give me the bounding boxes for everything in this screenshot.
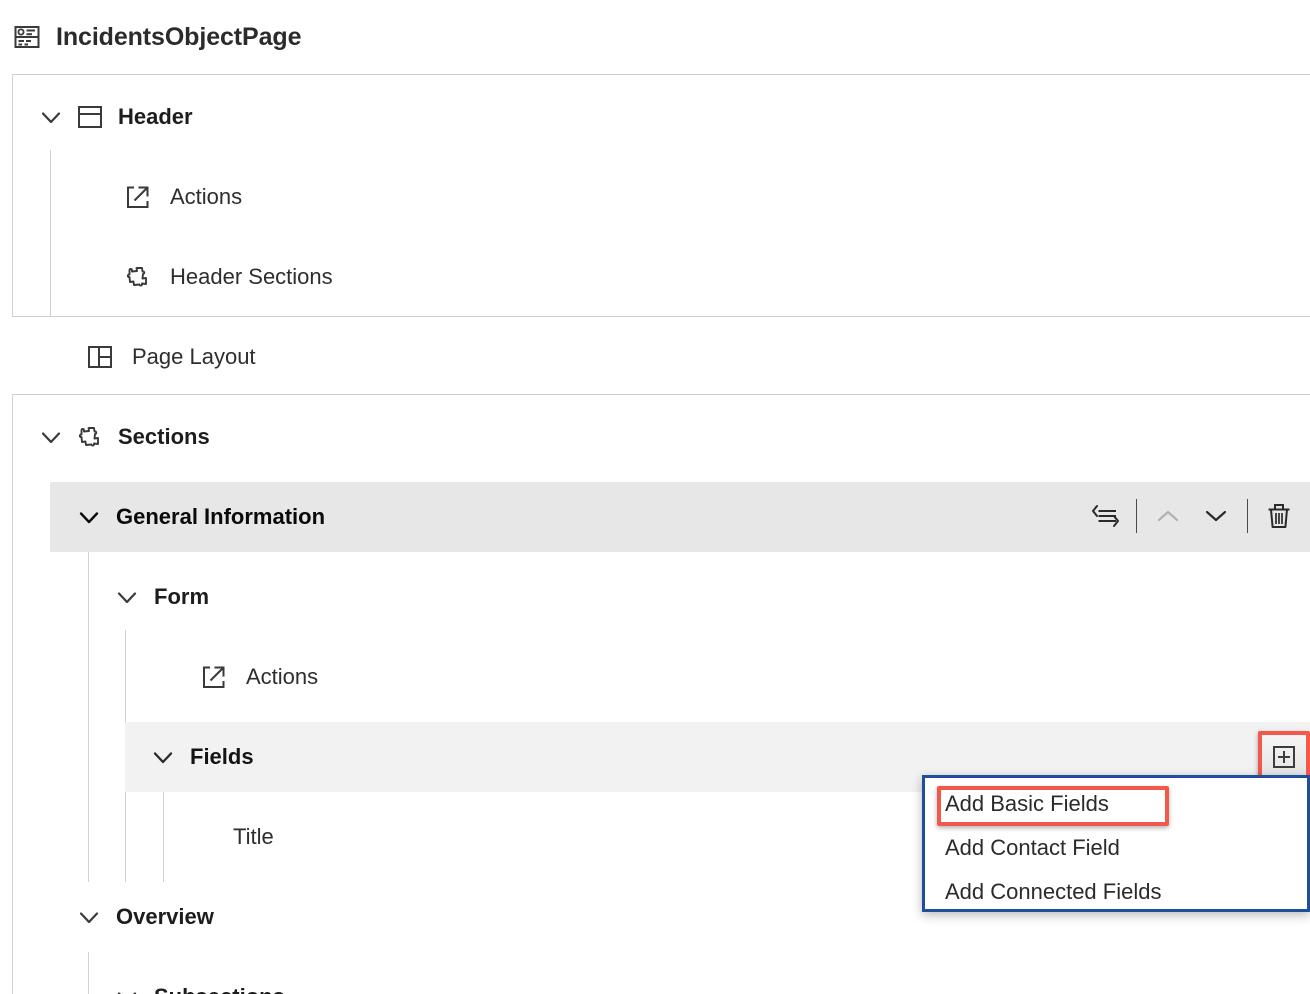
tree-item-form-actions[interactable]: Actions xyxy=(0,642,1310,712)
add-field-menu: Add Basic Fields Add Contact Field Add C… xyxy=(922,775,1310,912)
external-link-icon xyxy=(200,663,228,691)
chevron-down-icon[interactable] xyxy=(1195,495,1237,537)
puzzle-piece-icon xyxy=(124,263,152,291)
tree-item-form[interactable]: Form xyxy=(0,562,1310,632)
tree-item-page-layout-label: Page Layout xyxy=(132,344,256,369)
tree-item-header-sections[interactable]: Header Sections xyxy=(0,242,1310,312)
tree-item-fields-label: Fields xyxy=(190,744,254,769)
puzzle-piece-icon xyxy=(76,423,104,451)
object-page-icon xyxy=(14,24,40,50)
menu-item-add-basic-fields-label: Add Basic Fields xyxy=(945,791,1109,816)
page-layout-icon xyxy=(86,343,114,371)
chevron-down-icon[interactable] xyxy=(38,104,64,130)
add-field-button[interactable] xyxy=(1262,735,1306,779)
trash-icon[interactable] xyxy=(1258,495,1300,537)
tree-item-sections[interactable]: Sections xyxy=(0,402,1310,472)
tree-item-title-label: Title xyxy=(233,824,274,849)
tree-item-subsections[interactable]: Subsections xyxy=(0,962,1310,994)
tree-item-sections-label: Sections xyxy=(118,424,210,449)
chevron-down-icon[interactable] xyxy=(76,904,102,930)
reorder-icon[interactable] xyxy=(1084,495,1126,537)
tree-item-page-layout[interactable]: Page Layout xyxy=(0,322,1310,392)
section-toolbar xyxy=(1084,495,1300,537)
tree-item-header-actions-label: Actions xyxy=(170,184,243,209)
header-group-bottom-divider xyxy=(12,316,1310,317)
tree-item-form-actions-label: Actions xyxy=(246,664,319,689)
menu-item-add-contact-field[interactable]: Add Contact Field xyxy=(925,826,1307,870)
plus-icon xyxy=(1273,746,1295,768)
object-page-tree-editor: IncidentsObjectPage Header Actions Heade… xyxy=(0,0,1310,994)
menu-item-add-connected-fields-label: Add Connected Fields xyxy=(945,879,1162,904)
menu-item-add-basic-fields[interactable]: Add Basic Fields xyxy=(925,782,1307,826)
chevron-down-icon[interactable] xyxy=(114,584,140,610)
header-group-top-divider xyxy=(12,74,1310,75)
chevron-down-icon[interactable] xyxy=(150,744,176,770)
toolbar-separator-1 xyxy=(1136,499,1137,533)
header-layout-icon xyxy=(76,103,104,131)
sections-group-top-divider xyxy=(12,394,1310,395)
tree-item-subsections-label: Subsections xyxy=(154,984,285,994)
tree-item-header-actions[interactable]: Actions xyxy=(0,162,1310,232)
tree-item-header-sections-label: Header Sections xyxy=(170,264,333,289)
tree-item-overview-label: Overview xyxy=(116,904,214,929)
chevron-down-icon[interactable] xyxy=(76,504,102,530)
tree-item-general-information-label: General Information xyxy=(116,504,326,529)
tree-item-header-label: Header xyxy=(118,104,193,129)
page-title: IncidentsObjectPage xyxy=(56,22,302,51)
toolbar-separator-2 xyxy=(1247,499,1248,533)
page-title-bar: IncidentsObjectPage xyxy=(0,0,1310,74)
tree-item-form-label: Form xyxy=(154,584,209,609)
menu-item-add-contact-field-label: Add Contact Field xyxy=(945,835,1120,860)
menu-item-add-connected-fields[interactable]: Add Connected Fields xyxy=(925,870,1307,914)
tree-item-header[interactable]: Header xyxy=(0,82,1310,152)
external-link-icon xyxy=(124,183,152,211)
chevron-down-icon[interactable] xyxy=(114,984,140,994)
chevron-up-icon[interactable] xyxy=(1147,495,1189,537)
chevron-down-icon[interactable] xyxy=(38,424,64,450)
